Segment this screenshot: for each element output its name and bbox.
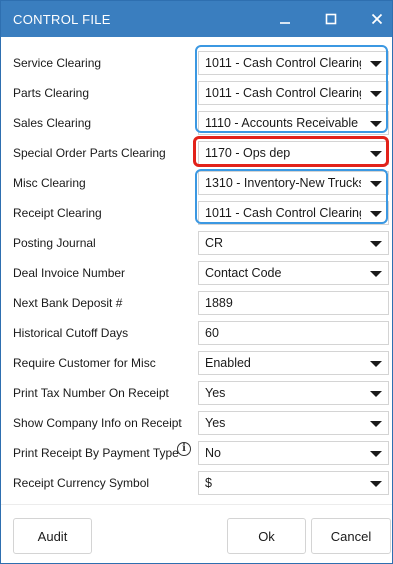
- field-value: Contact Code: [205, 266, 282, 280]
- dropdown-select[interactable]: 1310 - Inventory-New Trucks: [198, 171, 389, 195]
- field-label: Deal Invoice Number: [13, 266, 126, 280]
- chevron-down-icon[interactable]: [370, 481, 382, 487]
- field-value: 1889: [205, 296, 233, 310]
- dropdown-select[interactable]: CR: [198, 231, 389, 255]
- chevron-down-icon[interactable]: [370, 241, 382, 247]
- title-bar: CONTROL FILE: [1, 1, 392, 37]
- field-label: Historical Cutoff Days: [13, 326, 129, 340]
- maximize-icon[interactable]: [317, 5, 345, 33]
- field-label: Special Order Parts Clearing: [13, 146, 166, 160]
- info-icon[interactable]: i: [177, 442, 191, 456]
- chevron-down-icon[interactable]: [370, 271, 382, 277]
- field-value: 1110 - Accounts Receivable: [205, 116, 359, 130]
- form-row: Require Customer for Misc Enabled: [1, 348, 392, 378]
- dropdown-select[interactable]: Yes: [198, 381, 389, 405]
- field-label: Show Company Info on Receipt: [13, 416, 182, 430]
- audit-button[interactable]: Audit: [13, 518, 92, 554]
- field-label: Next Bank Deposit #: [13, 296, 123, 310]
- dropdown-select[interactable]: 1110 - Accounts Receivable: [198, 111, 389, 135]
- field-value: CR: [205, 236, 224, 250]
- chevron-down-icon[interactable]: [370, 421, 382, 427]
- field-value: Yes: [205, 386, 226, 400]
- form-row: Receipt Clearing 1011 - Cash Control Clea…: [1, 198, 392, 228]
- minimize-icon[interactable]: [271, 5, 299, 33]
- field-label: Misc Clearing: [13, 176, 86, 190]
- chevron-down-icon[interactable]: [370, 391, 382, 397]
- dropdown-select[interactable]: Enabled: [198, 351, 389, 375]
- dropdown-select[interactable]: 1011 - Cash Control Clearing: [198, 51, 389, 75]
- chevron-down-icon[interactable]: [370, 451, 382, 457]
- field-label: Receipt Currency Symbol: [13, 476, 150, 490]
- form-row: Print Tax Number On Receipt Yes: [1, 378, 392, 408]
- field-value: 1011 - Cash Control Clearing: [205, 206, 361, 220]
- chevron-down-icon[interactable]: [370, 61, 382, 67]
- footer-divider: [1, 504, 392, 505]
- form-row: Show Company Info on Receipt Yes: [1, 408, 392, 438]
- field-value: No: [205, 446, 221, 460]
- field-value: Yes: [205, 416, 226, 430]
- control-file-dialog: CONTROL FILE Service Clearing 1011 - Cash…: [0, 0, 393, 564]
- field-label: Posting Journal: [13, 236, 96, 250]
- chevron-down-icon[interactable]: [370, 181, 382, 187]
- field-label: Service Clearing: [13, 56, 102, 70]
- field-label: Print Tax Number On Receipt: [13, 386, 169, 400]
- field-value: $: [205, 476, 212, 490]
- chevron-down-icon[interactable]: [370, 361, 382, 367]
- form-row: Parts Clearing 1011 - Cash Control Cleari…: [1, 78, 392, 108]
- chevron-down-icon[interactable]: [370, 91, 382, 97]
- field-value: 1310 - Inventory-New Trucks: [205, 176, 361, 190]
- close-icon[interactable]: [363, 5, 391, 33]
- dropdown-select[interactable]: Yes: [198, 411, 389, 435]
- field-label: Sales Clearing: [13, 116, 92, 130]
- form-row: Misc Clearing 1310 - Inventory-New Trucks: [1, 168, 392, 198]
- form-row: Historical Cutoff Days 60: [1, 318, 392, 348]
- chevron-down-icon[interactable]: [370, 151, 382, 157]
- form-row: Special Order Parts Clearing 1170 - Ops d…: [1, 138, 392, 168]
- form-row: Print Receipt By Payment Type No: [1, 438, 392, 468]
- dropdown-select[interactable]: $: [198, 471, 389, 495]
- dropdown-select[interactable]: No: [198, 441, 389, 465]
- field-label: Print Receipt By Payment Type: [13, 446, 179, 460]
- field-value: 1170 - Ops dep: [205, 146, 291, 160]
- field-label: Parts Clearing: [13, 86, 90, 100]
- field-value: 1011 - Cash Control Clearing: [205, 56, 361, 70]
- dropdown-select[interactable]: 1011 - Cash Control Clearing: [198, 201, 389, 225]
- cancel-button[interactable]: Cancel: [311, 518, 391, 554]
- field-label: Require Customer for Misc: [13, 356, 156, 370]
- field-label: Receipt Clearing: [13, 206, 102, 220]
- form-row: Sales Clearing 1110 - Accounts Receivable: [1, 108, 392, 138]
- form-row: Deal Invoice Number Contact Code: [1, 258, 392, 288]
- form-row: Receipt Currency Symbol $: [1, 468, 392, 498]
- text-input[interactable]: 60: [198, 321, 389, 345]
- ok-button[interactable]: Ok: [227, 518, 306, 554]
- text-input[interactable]: 1889: [198, 291, 389, 315]
- dropdown-select[interactable]: 1170 - Ops dep: [198, 141, 389, 165]
- form-row: Posting Journal CR: [1, 228, 392, 258]
- field-value: Enabled: [205, 356, 251, 370]
- dropdown-select[interactable]: Contact Code: [198, 261, 389, 285]
- field-value: 60: [205, 326, 219, 340]
- dialog-title: CONTROL FILE: [13, 12, 111, 27]
- form-row: Next Bank Deposit # 1889: [1, 288, 392, 318]
- field-value: 1011 - Cash Control Clearing: [205, 86, 361, 100]
- chevron-down-icon[interactable]: [370, 211, 382, 217]
- dropdown-select[interactable]: 1011 - Cash Control Clearing: [198, 81, 389, 105]
- chevron-down-icon[interactable]: [370, 121, 382, 127]
- form-row: Service Clearing 1011 - Cash Control Clea…: [1, 48, 392, 78]
